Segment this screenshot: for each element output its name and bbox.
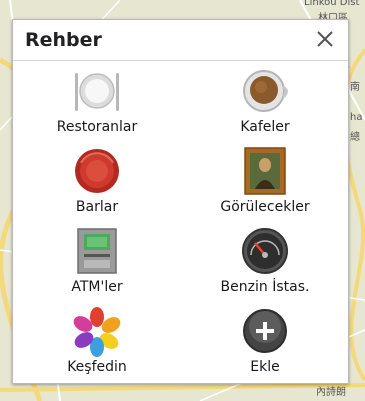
category-label: Görülecekler (220, 199, 310, 215)
coffee-cup-icon (243, 70, 288, 112)
category-explore[interactable]: Keşfedin (13, 301, 181, 381)
map-label: 南 (350, 82, 360, 93)
category-attractions[interactable]: Görülecekler (181, 141, 349, 221)
map-label: 總 (350, 132, 360, 143)
category-add[interactable]: Ekle (181, 301, 349, 381)
category-label: Benzin İstas. (220, 279, 310, 295)
category-label: Keşfedin (67, 359, 127, 375)
category-label: Restoranlar (56, 119, 138, 135)
category-restaurants[interactable]: Restoranlar (13, 61, 181, 141)
category-label: ATM'ler (71, 279, 123, 295)
category-grid: Restoranlar Kafeler Barlar Görülecekler … (13, 61, 348, 383)
dialog-header: Rehber (13, 20, 348, 61)
bottle-cap-icon (75, 149, 119, 193)
category-label: Ekle (250, 359, 280, 375)
category-cafes[interactable]: Kafeler (181, 61, 349, 141)
category-label: Kafeler (240, 119, 290, 135)
guide-dialog: Rehber Restoranlar Kafeler Barlar Görüle… (12, 19, 349, 384)
map-label: ha (350, 112, 363, 123)
framed-painting-icon (244, 147, 286, 195)
dialog-title: Rehber (25, 29, 102, 51)
category-gas-stations[interactable]: Benzin İstas. (181, 221, 349, 301)
close-icon[interactable] (314, 28, 336, 50)
plate-cutlery-icon (75, 73, 119, 111)
category-atms[interactable]: ATM'ler (13, 221, 181, 301)
category-label: Barlar (75, 199, 119, 215)
map-label: 內詩朗 (316, 387, 346, 398)
map-label: Linkou Dist (304, 0, 360, 8)
explore-flower-icon (73, 307, 121, 357)
category-bars[interactable]: Barlar (13, 141, 181, 221)
add-plus-icon (243, 309, 287, 353)
fuel-gauge-icon (242, 228, 288, 274)
atm-machine-icon (77, 228, 117, 274)
